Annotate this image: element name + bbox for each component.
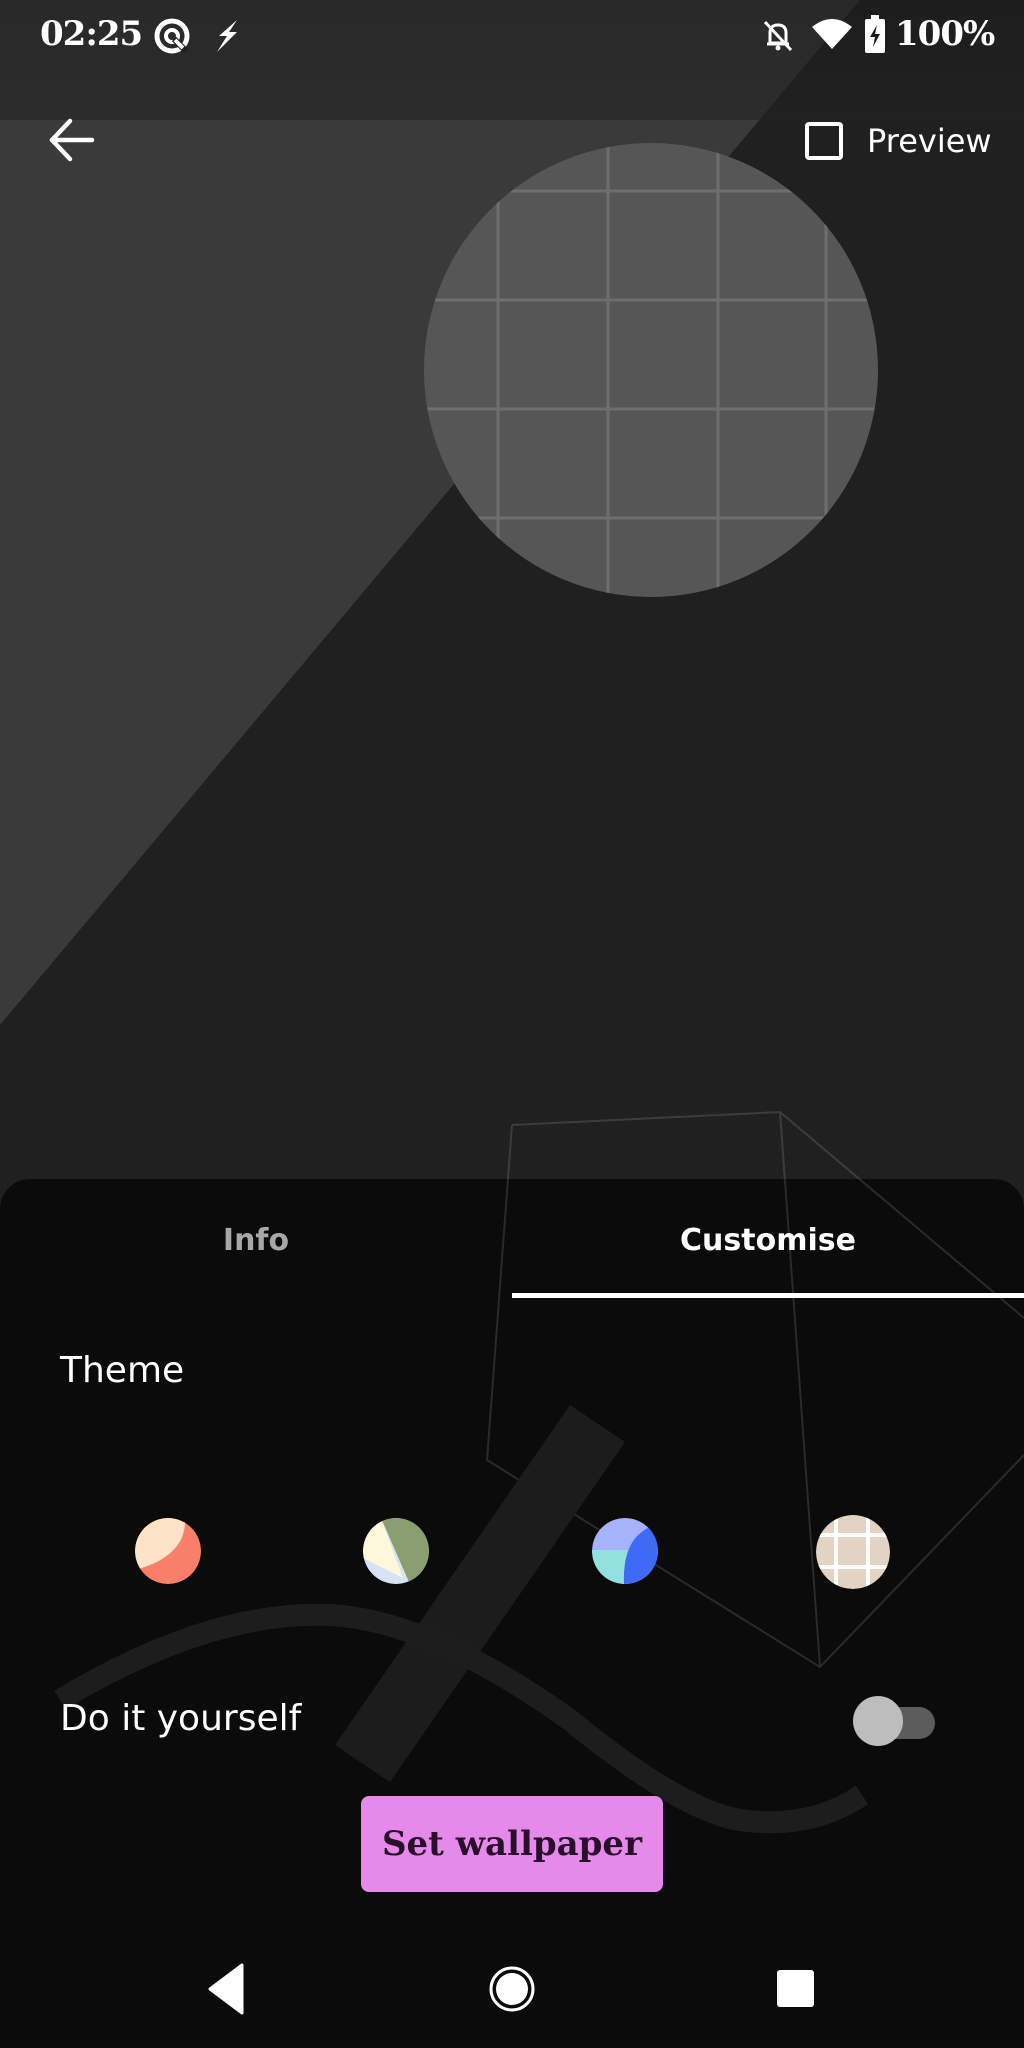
- navigation-bar: [0, 1930, 1024, 2048]
- battery-percentage: 100%: [895, 14, 995, 54]
- wifi-icon: [812, 19, 852, 49]
- arrow-left-icon: [49, 118, 95, 162]
- theme-option-coral[interactable]: [135, 1518, 201, 1584]
- status-bar: 02:25 100%: [0, 0, 1024, 70]
- preview-label: Preview: [867, 122, 992, 160]
- theme-option-grid[interactable]: [816, 1515, 890, 1589]
- bell-off-icon: [763, 20, 793, 52]
- q-logo-icon: [154, 18, 190, 54]
- diy-label: Do it yourself: [60, 1698, 302, 1739]
- checkbox-icon[interactable]: [805, 122, 843, 160]
- nav-recents-icon[interactable]: [758, 1952, 832, 2026]
- set-wallpaper-button[interactable]: Set wallpaper: [361, 1796, 663, 1892]
- tab-info[interactable]: Info: [0, 1190, 512, 1290]
- nav-back-icon[interactable]: [190, 1952, 264, 2026]
- theme-title: Theme: [60, 1350, 185, 1391]
- theme-option-blue[interactable]: [592, 1518, 658, 1584]
- tab-customise[interactable]: Customise: [512, 1190, 1024, 1290]
- tab-indicator: [512, 1293, 1024, 1298]
- nav-home-icon[interactable]: [475, 1952, 549, 2026]
- toggle-thumb: [853, 1696, 903, 1746]
- lightning-icon: [217, 20, 237, 52]
- sheet-decoration: [54, 1179, 1024, 1834]
- battery-charging-icon: [865, 15, 885, 53]
- preview-checkbox[interactable]: Preview: [805, 108, 992, 174]
- status-time: 02:25: [40, 14, 143, 54]
- diy-toggle[interactable]: [853, 1696, 937, 1746]
- back-button[interactable]: [30, 100, 114, 184]
- theme-option-sage[interactable]: [363, 1518, 429, 1584]
